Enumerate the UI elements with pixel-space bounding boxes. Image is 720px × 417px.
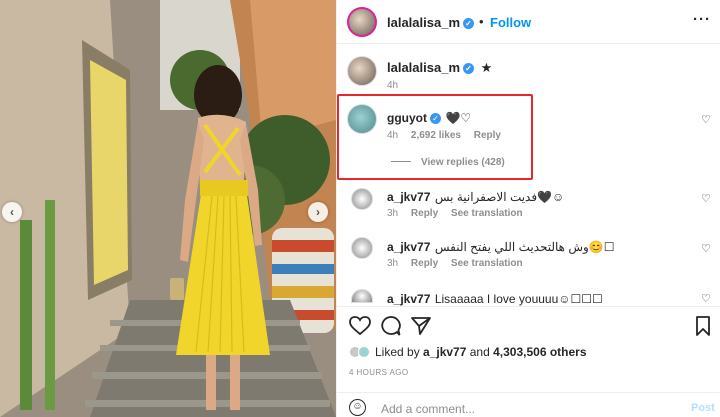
comment-time: 4h (387, 130, 399, 141)
comment-username[interactable]: a_jkv77 (387, 292, 430, 306)
view-replies[interactable]: View replies (428) (391, 157, 515, 168)
more-dots-icon[interactable]: ··· (693, 11, 711, 28)
comment-meta: 3h Reply See translation (387, 208, 533, 219)
post-time-ago: 4 HOURS AGO (349, 368, 409, 377)
comment-text: وش هالتحديث اللي يفتح النفس😊☐ (434, 240, 615, 254)
add-comment-bar: ☺ Add a comment... Post (337, 392, 720, 417)
liked-by-avatars (349, 346, 371, 358)
add-comment-input[interactable]: Add a comment... (381, 402, 475, 416)
liked-by-prefix: Liked by (375, 345, 424, 359)
liked-by-user[interactable]: a_jkv77 (423, 345, 466, 359)
view-replies-line (391, 161, 411, 162)
reply-button[interactable]: Reply (411, 258, 438, 269)
comment-heart-icon[interactable]: ♡ (701, 242, 711, 255)
comment-icon[interactable] (380, 316, 401, 336)
comment-avatar[interactable] (351, 289, 373, 303)
reply-button[interactable]: Reply (411, 208, 438, 219)
author-avatar[interactable] (347, 7, 377, 37)
share-icon[interactable] (411, 316, 431, 336)
comment-username[interactable]: gguyot (387, 111, 427, 125)
liked-by-count[interactable]: 4,303,506 others (493, 345, 586, 359)
post-photo[interactable]: ‹ › (0, 0, 336, 417)
comment-text: 🖤♡ (445, 111, 472, 125)
comment-1: gguyot ✓ 🖤♡ (387, 109, 471, 127)
comment-username[interactable]: a_jkv77 (387, 190, 430, 204)
caption-text: ★ (480, 60, 493, 75)
heart-icon[interactable] (349, 316, 371, 336)
verified-badge-icon: ✓ (463, 63, 474, 74)
follow-button[interactable]: Follow (490, 15, 531, 30)
comment-text: فديت الاصفرانية بس🖤☺ (434, 190, 565, 204)
separator-dot: • (479, 14, 484, 29)
comment-time: 3h (387, 258, 399, 269)
comment-heart-icon[interactable]: ♡ (701, 192, 711, 205)
action-bar (337, 306, 720, 307)
chevron-right-icon[interactable]: › (308, 202, 328, 222)
emoji-icon[interactable]: ☺ (349, 399, 366, 416)
comment-2: a_jkv77 فديت الاصفرانية بس🖤☺ (387, 188, 564, 206)
comment-likes[interactable]: 2,692 likes (411, 130, 461, 141)
view-replies-button[interactable]: View replies (428) (421, 157, 505, 168)
liked-by: Liked by a_jkv77 and 4,303,506 others (349, 345, 587, 359)
verified-badge-icon: ✓ (463, 18, 474, 29)
caption-username[interactable]: lalalalisa_m ✓ ★ (387, 60, 492, 76)
chevron-left-icon[interactable]: ‹ (2, 202, 22, 222)
reply-button[interactable]: Reply (474, 130, 501, 141)
photo-illustration (0, 0, 336, 417)
caption-avatar[interactable] (347, 56, 377, 86)
bookmark-icon[interactable] (695, 316, 711, 336)
comment-time: 3h (387, 208, 399, 219)
comment-meta: 3h Reply See translation (387, 258, 533, 269)
liked-by-mid: and (466, 345, 494, 359)
comment-meta: 4h 2,692 likes Reply (387, 130, 511, 141)
post-side-panel: lalalalisa_m ✓ • Follow ··· lalalalisa_m ✓… (336, 0, 720, 417)
post-button[interactable]: Post (691, 402, 715, 414)
comment-avatar[interactable] (347, 104, 377, 134)
comment-heart-icon[interactable]: ♡ (701, 113, 711, 126)
comment-username[interactable]: a_jkv77 (387, 240, 430, 254)
caption-username-text[interactable]: lalalalisa_m (387, 60, 460, 75)
comment-avatar[interactable] (351, 237, 373, 259)
caption-time-text: 4h (387, 80, 399, 91)
author-username[interactable]: lalalalisa_m ✓ (387, 15, 474, 30)
comment-text: Lisaaaaa I love youuuu☺☐☐☐ (434, 292, 603, 306)
verified-badge-icon: ✓ (430, 113, 441, 124)
author-username-text[interactable]: lalalalisa_m (387, 15, 460, 30)
see-translation-button[interactable]: See translation (451, 208, 523, 219)
post-header: lalalalisa_m ✓ • Follow ··· (337, 0, 720, 44)
comment-avatar[interactable] (351, 188, 373, 210)
caption-time: 4h (387, 80, 408, 91)
comment-3: a_jkv77 وش هالتحديث اللي يفتح النفس😊☐ (387, 238, 614, 256)
comment-heart-icon[interactable]: ♡ (701, 292, 711, 305)
see-translation-button[interactable]: See translation (451, 258, 523, 269)
